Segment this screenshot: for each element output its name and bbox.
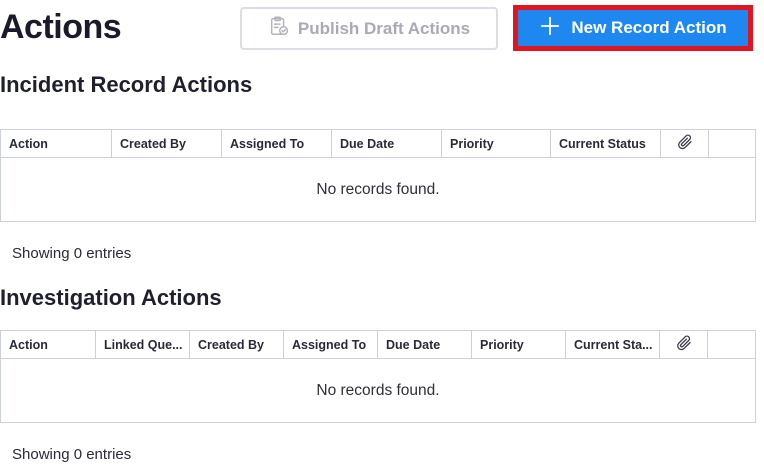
column-header-action[interactable]: Action bbox=[1, 130, 112, 157]
column-header-priority[interactable]: Priority bbox=[442, 130, 551, 157]
column-header-created-by[interactable]: Created By bbox=[112, 130, 222, 157]
column-header-due-date[interactable]: Due Date bbox=[332, 130, 442, 157]
column-header-current-status[interactable]: Current Status bbox=[551, 130, 661, 157]
investigation-section-title: Investigation Actions bbox=[0, 285, 222, 310]
column-header-linked-question[interactable]: Linked Que... bbox=[96, 331, 190, 358]
empty-state-text: No records found. bbox=[316, 381, 440, 399]
column-header-assigned-to[interactable]: Assigned To bbox=[284, 331, 378, 358]
incident-entries-count: Showing 0 entries bbox=[12, 245, 132, 262]
page-title: Actions bbox=[0, 8, 122, 46]
table-header: Action Created By Assigned To Due Date P… bbox=[1, 130, 755, 158]
column-header-attachment bbox=[661, 130, 709, 157]
column-header-action[interactable]: Action bbox=[1, 331, 96, 358]
incident-section-title: Incident Record Actions bbox=[0, 72, 253, 97]
column-header-assigned-to[interactable]: Assigned To bbox=[222, 130, 332, 157]
column-header-actions bbox=[709, 130, 755, 157]
publish-draft-actions-label: Publish Draft Actions bbox=[297, 18, 471, 38]
investigation-entries-count: Showing 0 entries bbox=[12, 446, 132, 463]
paperclip-icon bbox=[675, 334, 693, 355]
plus-icon bbox=[539, 15, 561, 42]
column-header-actions bbox=[708, 331, 755, 358]
column-header-attachment bbox=[660, 331, 708, 358]
actions-page: Actions Publish Draft Actions New Record… bbox=[0, 0, 764, 471]
new-record-action-button[interactable]: New Record Action bbox=[516, 8, 750, 48]
new-record-action-label: New Record Action bbox=[571, 18, 727, 37]
column-header-due-date[interactable]: Due Date bbox=[378, 331, 472, 358]
table-header: Action Linked Que... Created By Assigned… bbox=[1, 331, 755, 359]
incident-actions-table: Action Created By Assigned To Due Date P… bbox=[0, 129, 756, 222]
column-header-priority[interactable]: Priority bbox=[472, 331, 566, 358]
column-header-current-status[interactable]: Current Sta... bbox=[566, 331, 660, 358]
investigation-actions-table: Action Linked Que... Created By Assigned… bbox=[0, 330, 756, 423]
new-record-action-highlight: New Record Action bbox=[513, 5, 753, 51]
empty-state-text: No records found. bbox=[316, 180, 440, 198]
paperclip-icon bbox=[676, 133, 694, 154]
publish-draft-actions-button[interactable]: Publish Draft Actions bbox=[240, 7, 498, 50]
clipboard-check-icon bbox=[268, 15, 290, 42]
column-header-created-by[interactable]: Created By bbox=[190, 331, 284, 358]
